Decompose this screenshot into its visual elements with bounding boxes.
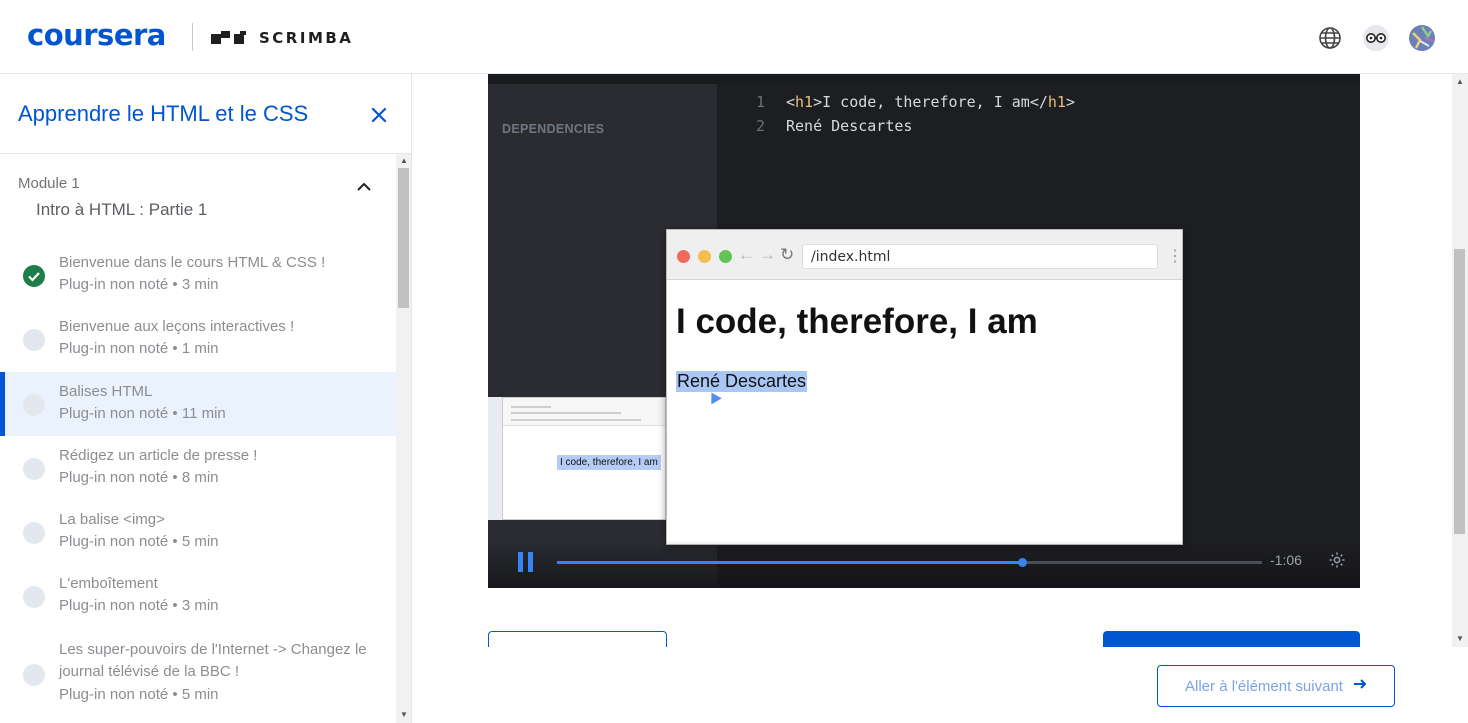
code-line: 2 René Descartes <box>756 117 913 135</box>
status-circle-icon <box>23 329 45 351</box>
globe-icon[interactable] <box>1316 24 1344 52</box>
item-title: Rédigez un article de presse ! <box>59 447 258 464</box>
forward-arrow-icon: → <box>759 245 776 264</box>
close-dot-icon <box>677 250 690 263</box>
item-title: Bienvenue aux leçons interactives ! <box>59 318 295 335</box>
item-meta: Plug-in non noté • 5 min <box>59 686 219 703</box>
glasses-icon[interactable] <box>1362 24 1390 52</box>
status-circle-icon <box>23 586 45 608</box>
item-title: Balises HTML <box>59 383 153 400</box>
scrollbar-thumb[interactable] <box>398 168 409 308</box>
course-title: Apprendre le HTML et le CSS <box>18 101 309 126</box>
scroll-up-arrow-icon[interactable]: ▲ <box>400 156 408 165</box>
item-meta: Plug-in non noté • 3 min <box>59 276 219 293</box>
item-meta: Plug-in non noté • 3 min <box>59 597 219 614</box>
module-label: Module 1 <box>18 175 80 192</box>
status-circle-icon <box>23 522 45 544</box>
scrimba-logo-mark <box>211 31 249 44</box>
video-player[interactable]: DEPENDENCIES 1 <h1>I code, therefore, I a… <box>488 74 1360 588</box>
item-title: Les super-pouvoirs de l'Internet -> Chan… <box>59 641 367 680</box>
maximize-dot-icon <box>719 250 732 263</box>
item-meta: Plug-in non noté • 8 min <box>59 469 219 486</box>
list-item-current[interactable]: Balises HTML Plug-in non noté • 11 min <box>0 372 396 436</box>
secondary-button[interactable] <box>488 631 667 647</box>
item-title: Bienvenue dans le cours HTML & CSS ! <box>59 254 326 271</box>
module-name: Intro à HTML : Partie 1 <box>36 200 208 219</box>
scroll-down-arrow-icon[interactable]: ▼ <box>1456 634 1464 643</box>
scroll-up-arrow-icon[interactable]: ▲ <box>1456 77 1464 86</box>
item-meta: Plug-in non noté • 5 min <box>59 533 219 550</box>
gear-icon[interactable] <box>1328 551 1346 569</box>
scrollbar-thumb[interactable] <box>1454 249 1465 534</box>
course-sidebar: Apprendre le HTML et le CSS Module 1 Int… <box>0 74 412 723</box>
back-arrow-icon: ← <box>738 245 755 264</box>
scroll-down-arrow-icon[interactable]: ▼ <box>400 710 408 719</box>
doc-selected-text: I code, therefore, I am <box>557 455 661 470</box>
coursera-logo[interactable]: coursera <box>27 18 166 52</box>
status-circle-icon <box>23 664 45 686</box>
chevron-up-icon[interactable] <box>355 178 375 198</box>
code-line: 1 <h1>I code, therefore, I am</h1> <box>756 93 1075 111</box>
avatar[interactable] <box>1408 24 1436 52</box>
preview-heading: I code, therefore, I am <box>676 302 1038 341</box>
sidebar-header: Apprendre le HTML et le CSS <box>0 74 411 154</box>
sidebar-scrollbar[interactable]: ▲ ▼ <box>396 154 411 723</box>
preview-paragraph: René Descartes <box>676 371 808 392</box>
editor-tab-strip <box>488 74 1360 84</box>
primary-button[interactable] <box>1103 631 1360 647</box>
status-circle-icon <box>23 458 45 480</box>
main-content: DEPENDENCIES 1 <h1>I code, therefore, I a… <box>413 74 1468 647</box>
kebab-menu-icon: ⋮ <box>1167 248 1183 265</box>
item-title: L'emboîtement <box>59 575 158 592</box>
url-bar: /index.html <box>802 244 1158 269</box>
close-icon[interactable] <box>366 102 392 128</box>
list-item[interactable]: Les super-pouvoirs de l'Internet -> Chan… <box>0 630 396 723</box>
list-item[interactable]: Bienvenue aux leçons interactives ! Plug… <box>0 307 396 371</box>
check-circle-icon <box>23 265 45 287</box>
doc-thumbnail: I code, therefore, I am <box>502 397 666 520</box>
browser-preview: ← → ↻ /index.html ⋮ I code, therefore, I… <box>666 229 1183 545</box>
scrimba-logo: SCRIMBA <box>259 29 354 47</box>
reload-icon: ↻ <box>780 245 795 264</box>
code-editor: 1 <h1>I code, therefore, I am</h1> 2 René … <box>756 90 1075 138</box>
arrow-right-icon <box>1353 677 1367 695</box>
minimize-dot-icon <box>698 250 711 263</box>
progress-knob[interactable] <box>1018 558 1028 567</box>
browser-toolbar: ← → ↻ /index.html ⋮ <box>667 230 1183 280</box>
pause-icon[interactable] <box>518 552 534 572</box>
main-scrollbar[interactable]: ▲ ▼ <box>1452 74 1468 647</box>
top-header: coursera SCRIMBA <box>0 0 1468 74</box>
logo-divider <box>192 23 193 51</box>
list-item[interactable]: L'emboîtement Plug-in non noté • 3 min <box>0 564 396 628</box>
dependencies-label: DEPENDENCIES <box>502 122 605 136</box>
item-meta: Plug-in non noté • 11 min <box>59 405 226 422</box>
progress-bar[interactable] <box>557 558 1262 567</box>
status-circle-icon <box>23 394 45 416</box>
item-meta: Plug-in non noté • 1 min <box>59 340 219 357</box>
doc-thumbnail-shade <box>488 397 502 520</box>
progress-fill <box>557 561 1023 564</box>
next-item-label: Aller à l'élément suivant <box>1185 677 1343 695</box>
list-item[interactable]: La balise <img> Plug-in non noté • 5 min <box>0 500 396 564</box>
list-item[interactable]: Bienvenue dans le cours HTML & CSS ! Plu… <box>0 243 396 307</box>
next-item-button[interactable]: Aller à l'élément suivant <box>1157 665 1395 707</box>
time-remaining: -1:06 <box>1270 552 1302 568</box>
item-title: La balise <img> <box>59 511 165 528</box>
video-controls: -1:06 <box>488 540 1360 588</box>
list-item[interactable]: Rédigez un article de presse ! Plug-in n… <box>0 436 396 500</box>
